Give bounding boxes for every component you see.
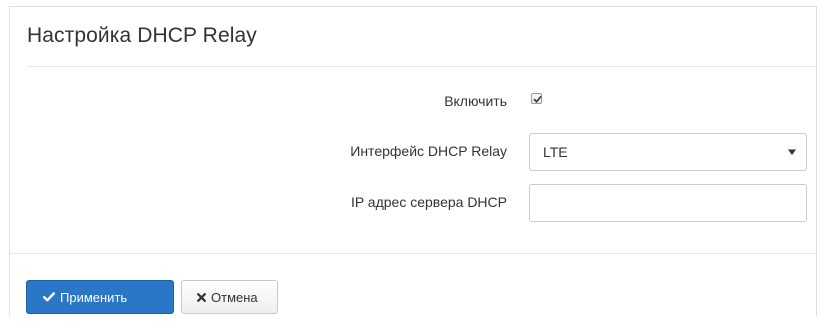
enable-label: Включить [444, 93, 507, 109]
interface-select-value: LTE [543, 144, 568, 160]
dhcp-relay-panel: Настройка DHCP Relay Включить Интерфейс … [9, 6, 817, 316]
apply-button[interactable]: Применить [26, 280, 174, 314]
panel-title: Настройка DHCP Relay [27, 24, 257, 47]
checkmark-icon [533, 96, 542, 103]
apply-button-label: Применить [60, 289, 128, 305]
title-divider [27, 66, 816, 67]
server-ip-input[interactable] [529, 184, 807, 222]
cancel-button[interactable]: Отмена [181, 280, 278, 314]
cancel-button-label: Отмена [211, 289, 258, 305]
caret-down-icon [788, 149, 796, 155]
interface-select[interactable]: LTE [529, 133, 807, 171]
check-icon [43, 292, 55, 302]
server-ip-label: IP адрес сервера DHCP [350, 194, 507, 210]
interface-label: Интерфейс DHCP Relay [350, 143, 507, 159]
footer-divider [10, 253, 816, 254]
times-icon [197, 292, 206, 302]
enable-checkbox[interactable] [531, 93, 542, 104]
